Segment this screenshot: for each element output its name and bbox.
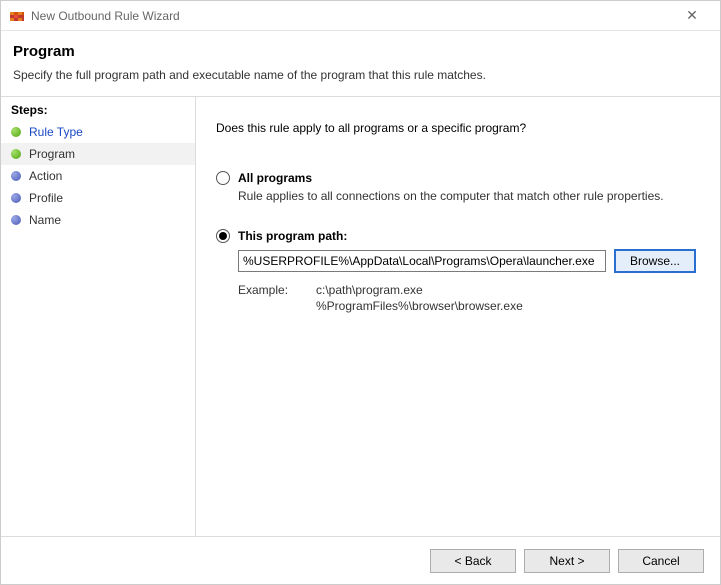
titlebar: New Outbound Rule Wizard ✕ xyxy=(1,1,720,31)
radio-program-path[interactable] xyxy=(216,229,230,243)
page-title: Program xyxy=(13,43,708,60)
main-panel: Does this rule apply to all programs or … xyxy=(196,97,720,536)
back-button[interactable]: < Back xyxy=(430,549,516,573)
program-path-input[interactable] xyxy=(238,250,606,272)
steps-sidebar: Steps: Rule Type Program Action Profile … xyxy=(1,97,196,536)
browse-button[interactable]: Browse... xyxy=(614,249,696,273)
step-profile[interactable]: Profile xyxy=(1,187,195,209)
radio-all-programs-desc: Rule applies to all connections on the c… xyxy=(238,189,696,203)
step-label: Rule Type xyxy=(29,125,83,139)
close-button[interactable]: ✕ xyxy=(672,7,712,24)
window-title: New Outbound Rule Wizard xyxy=(31,9,672,23)
question-text: Does this rule apply to all programs or … xyxy=(216,121,696,135)
radio-all-programs-label: All programs xyxy=(238,171,312,185)
step-bullet-icon xyxy=(11,193,21,203)
body: Steps: Rule Type Program Action Profile … xyxy=(1,97,720,536)
steps-label: Steps: xyxy=(1,103,195,121)
step-label: Name xyxy=(29,213,61,227)
firewall-icon xyxy=(9,8,25,24)
cancel-button[interactable]: Cancel xyxy=(618,549,704,573)
wizard-window: New Outbound Rule Wizard ✕ Program Speci… xyxy=(0,0,721,585)
step-program[interactable]: Program xyxy=(1,143,195,165)
step-bullet-icon xyxy=(11,149,21,159)
step-bullet-icon xyxy=(11,127,21,137)
footer: < Back Next > Cancel xyxy=(1,536,720,584)
option-program-path: This program path: Browse... Example: c:… xyxy=(216,229,696,314)
step-label: Action xyxy=(29,169,62,183)
next-button[interactable]: Next > xyxy=(524,549,610,573)
option-all-programs: All programs Rule applies to all connect… xyxy=(216,171,696,203)
example-line-1: c:\path\program.exe xyxy=(316,283,523,299)
step-bullet-icon xyxy=(11,171,21,181)
step-label: Profile xyxy=(29,191,63,205)
step-name[interactable]: Name xyxy=(1,209,195,231)
radio-program-path-label: This program path: xyxy=(238,229,347,243)
example-line-2: %ProgramFiles%\browser\browser.exe xyxy=(316,299,523,315)
step-action[interactable]: Action xyxy=(1,165,195,187)
step-rule-type[interactable]: Rule Type xyxy=(1,121,195,143)
header: Program Specify the full program path an… xyxy=(1,31,720,97)
step-label: Program xyxy=(29,147,75,161)
radio-all-programs[interactable] xyxy=(216,171,230,185)
example-values: c:\path\program.exe %ProgramFiles%\brows… xyxy=(316,283,523,314)
step-bullet-icon xyxy=(11,215,21,225)
example-label: Example: xyxy=(238,283,316,314)
page-subtitle: Specify the full program path and execut… xyxy=(13,68,708,82)
